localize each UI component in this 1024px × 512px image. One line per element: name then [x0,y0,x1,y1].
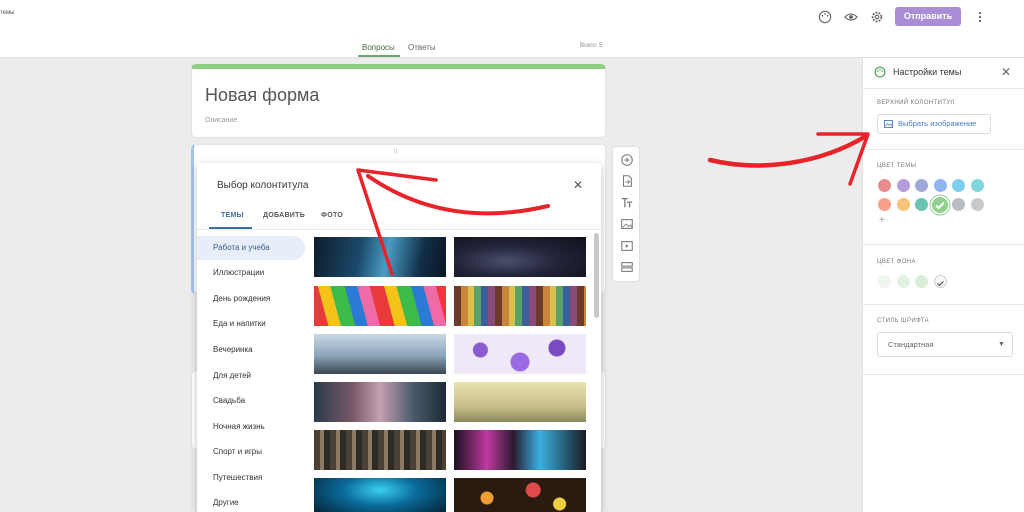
dialog-tabs-divider [197,229,601,230]
theme-color-swatch[interactable] [970,179,984,192]
panel-divider [863,88,1024,89]
dialog-tab-themes[interactable]: ТЕМЫ [221,212,244,219]
panel-divider [863,374,1024,375]
annotation-arrow-to-panel [707,133,869,168]
form-description[interactable]: Описание [205,117,237,124]
category-work-study[interactable]: Работа и учеба [197,236,305,260]
theme-color-swatch[interactable] [952,179,965,192]
add-question-icon[interactable] [620,153,634,167]
top-bar: темы Отправить Вопросы Ответы Всего: 5 [0,0,1024,58]
tab-responses[interactable]: Ответы [408,43,436,52]
theme-color-swatch[interactable] [896,179,910,192]
font-style-select[interactable]: Стандартная ▼ [877,332,1013,357]
add-custom-color-icon[interactable]: + [879,215,885,226]
header-thumb-tech-lines[interactable] [314,237,446,277]
panel-title: Настройки темы [893,67,962,77]
bg-color-swatch[interactable] [933,275,947,288]
annotation-arrowhead-panel [816,132,870,186]
panel-divider [863,149,1024,150]
theme-color-swatch[interactable] [878,179,891,192]
bg-color-swatch[interactable] [896,275,910,288]
header-thumb-art-tools[interactable] [314,382,446,422]
palette-icon[interactable] [818,10,832,24]
panel-close-icon[interactable]: ✕ [1001,65,1011,79]
header-thumb-open-book[interactable] [454,382,586,422]
choose-image-button[interactable]: Выбрать изображение [877,114,991,134]
header-thumb-guitar[interactable] [454,237,586,277]
drag-handle-icon[interactable]: ⠿ [393,148,398,156]
tab-questions[interactable]: Вопросы [362,43,395,52]
theme-color-swatch[interactable] [878,198,891,211]
settings-gear-icon[interactable] [870,10,884,24]
import-questions-icon[interactable] [620,174,634,188]
form-title-card[interactable]: Новая форма Описание [191,64,606,138]
category-other[interactable]: Другие [197,491,305,512]
header-thumb-blue-light[interactable] [314,478,446,512]
theme-color-label: ЦВЕТ ТЕМЫ [877,163,917,169]
header-thumb-bokeh[interactable] [454,478,586,512]
dialog-title: Выбор колонтитула [217,180,309,191]
category-kids[interactable]: Для детей [197,364,305,388]
category-birthday[interactable]: День рождения [197,287,305,311]
total-points: Всего: 5 [580,43,603,49]
category-illustrations[interactable]: Иллюстрации [197,261,305,285]
header-thumb-candy-pills[interactable] [314,286,446,326]
image-icon [884,120,893,128]
theme-color-swatch[interactable] [932,196,948,213]
bg-color-swatch[interactable] [878,275,891,288]
category-nightlife[interactable]: Ночная жизнь [197,415,305,439]
header-thumb-basketball[interactable] [314,334,446,374]
add-image-icon[interactable] [620,217,634,231]
preview-eye-icon[interactable] [844,10,858,24]
dialog-scrollbar[interactable] [594,233,599,318]
send-button[interactable]: Отправить [895,7,961,26]
form-name-fragment[interactable]: темы [0,10,14,16]
theme-color-swatch[interactable] [915,179,928,192]
chevron-down-icon: ▼ [998,341,1005,348]
theme-color-swatch[interactable] [970,198,984,211]
add-title-text-icon[interactable] [620,196,634,210]
theme-color-swatch[interactable] [933,179,947,192]
add-section-icon[interactable] [620,260,634,274]
dialog-tab-photos[interactable]: ФОТО [321,212,343,219]
choose-image-label: Выбрать изображение [898,119,977,128]
header-section-label: ВЕРХНИЙ КОЛОНТИТУЛ [877,100,955,106]
panel-divider [863,304,1024,305]
header-picker-dialog: Выбор колонтитула ✕ ТЕМЫ ДОБАВИТЬ ФОТО Р… [197,163,601,512]
category-travel[interactable]: Путешествия [197,466,305,490]
question-toolbar [612,146,640,282]
check-icon [935,201,945,210]
category-sports-games[interactable]: Спорт и игры [197,440,305,464]
panel-divider [863,244,1024,245]
category-food-drinks[interactable]: Еда и напитки [197,312,305,336]
theme-color-swatch[interactable] [896,198,910,211]
header-thumb-lab-flasks[interactable] [454,430,586,470]
header-thumb-brushes[interactable] [314,430,446,470]
font-style-value: Стандартная [888,340,934,349]
bg-color-label: ЦВЕТ ФОНА [877,259,916,265]
add-video-icon[interactable] [620,239,634,253]
category-party[interactable]: Вечеринка [197,338,305,362]
check-icon [936,280,944,287]
palette-icon [874,66,886,78]
header-thumb-yarn-threads[interactable] [454,286,586,326]
category-wedding[interactable]: Свадьба [197,389,305,413]
dialog-close-icon[interactable]: ✕ [573,178,583,192]
theme-color-swatch[interactable] [915,198,928,211]
theme-color-swatch[interactable] [952,198,965,211]
font-style-label: СТИЛЬ ШРИФТА [877,318,929,324]
active-tab-indicator [358,55,400,57]
more-vert-icon[interactable] [973,10,987,24]
bg-color-swatch[interactable] [915,275,928,288]
form-title[interactable]: Новая форма [205,85,319,106]
header-thumb-purple-bubbles[interactable] [454,334,586,374]
dialog-tab-upload[interactable]: ДОБАВИТЬ [263,212,305,219]
theme-settings-panel: Настройки темы ✕ ВЕРХНИЙ КОЛОНТИТУЛ Выбр… [862,58,1024,512]
